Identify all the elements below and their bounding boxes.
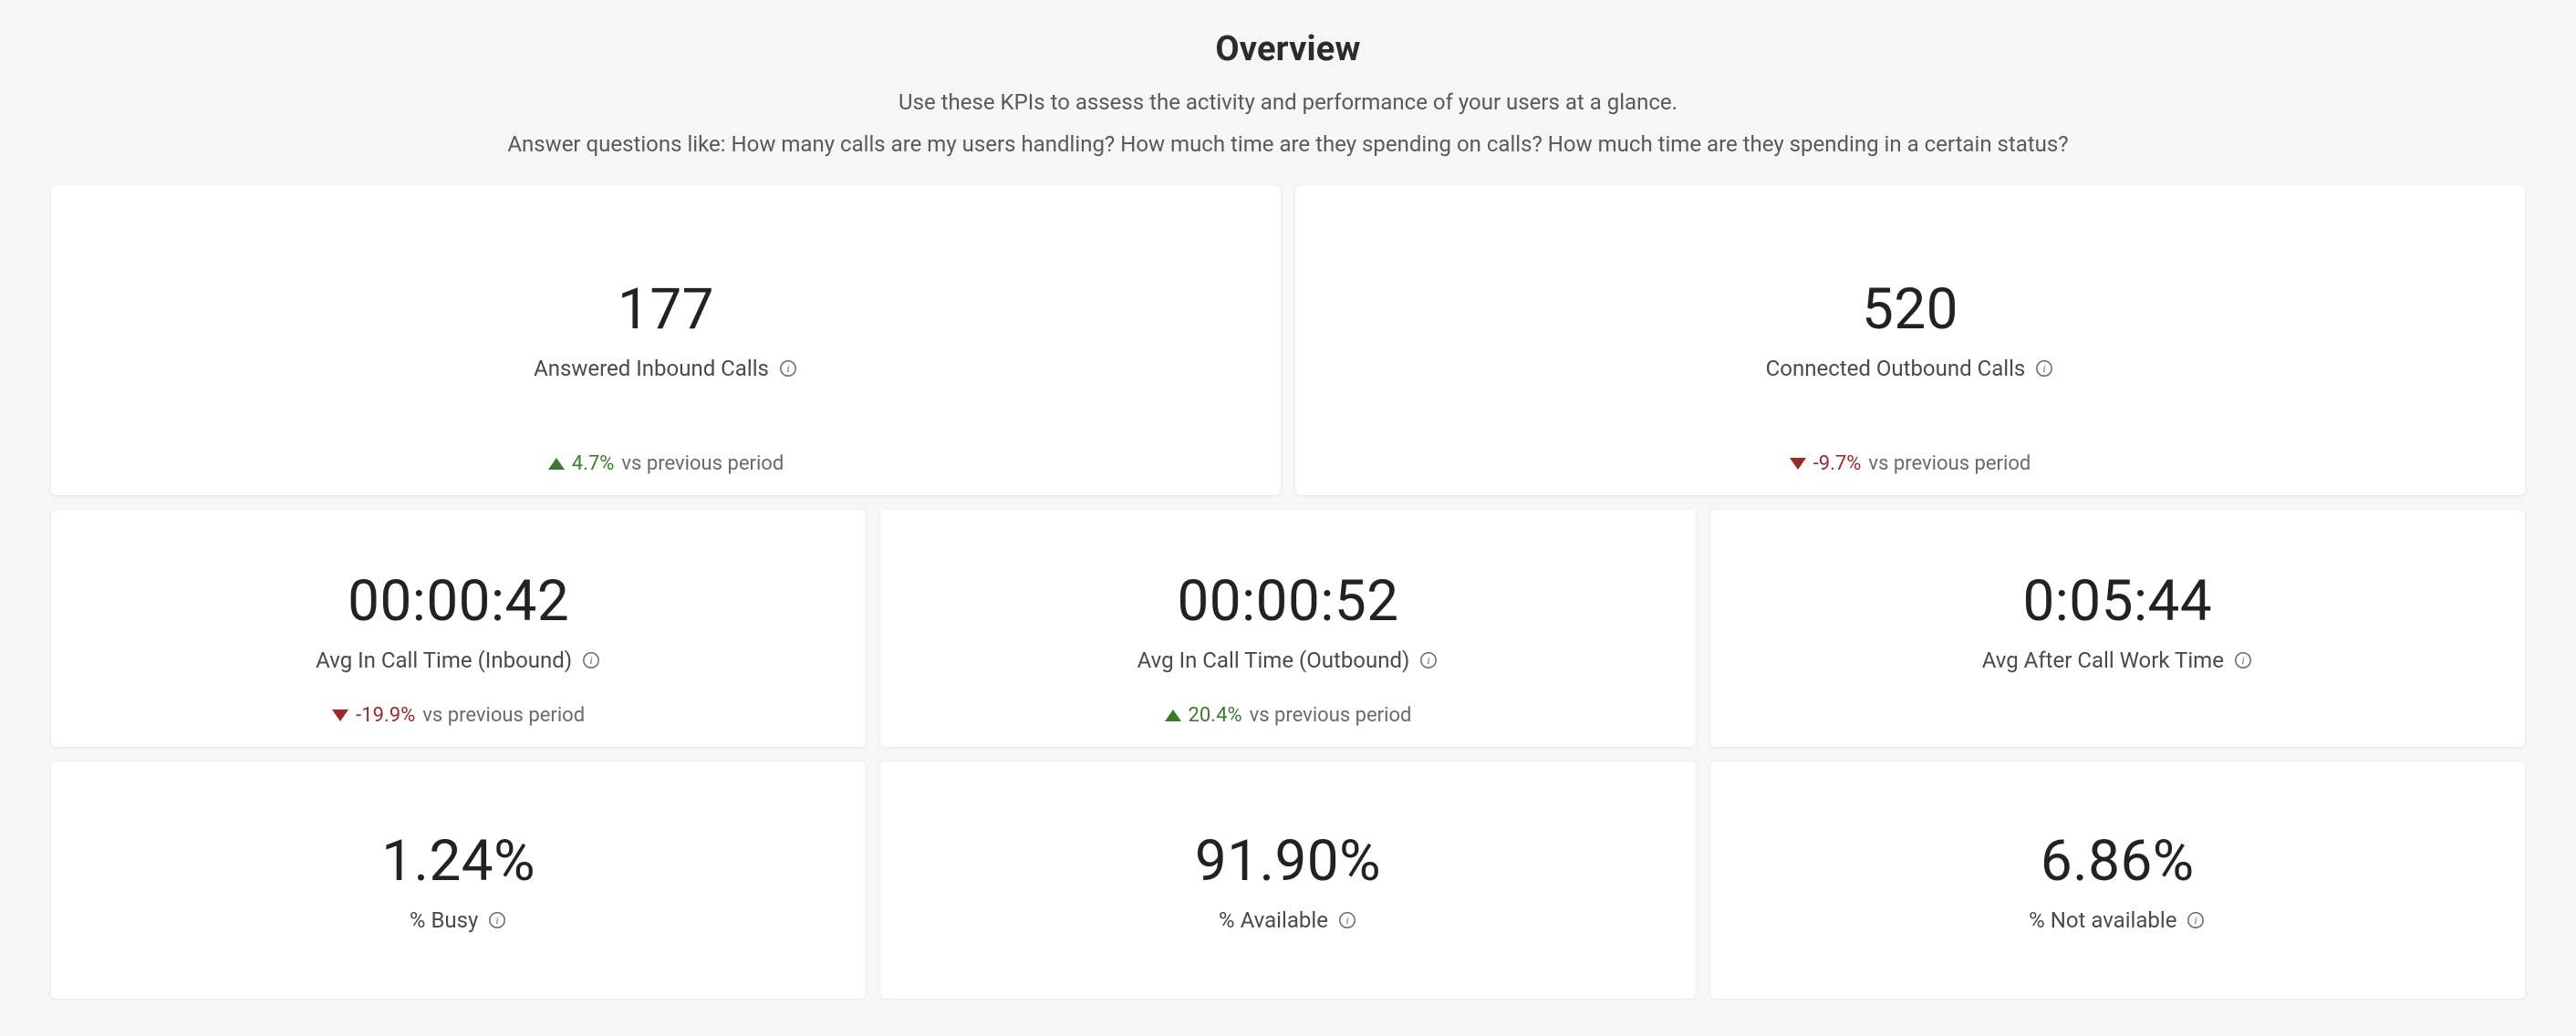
svg-text:i: i <box>496 914 499 927</box>
trend-suffix: vs previous period <box>422 704 585 727</box>
info-icon[interactable]: i <box>581 650 601 670</box>
kpi-card-percent-busy: 1.24% % Busy i <box>51 761 866 999</box>
trend-up-icon <box>1165 710 1181 721</box>
kpi-value: 0:05:44 <box>2022 568 2212 635</box>
info-icon[interactable]: i <box>2034 358 2054 378</box>
kpi-label: % Busy <box>410 907 478 933</box>
kpi-card-avg-in-call-inbound: 00:00:42 Avg In Call Time (Inbound) i -1… <box>51 510 866 747</box>
trend-suffix: vs previous period <box>621 452 784 475</box>
info-icon[interactable]: i <box>1418 650 1439 670</box>
svg-text:i: i <box>2241 654 2244 667</box>
trend-suffix: vs previous period <box>1250 704 1412 727</box>
info-icon[interactable]: i <box>1337 910 1357 930</box>
overview-title: Overview <box>51 29 2525 69</box>
trend-percent: 20.4% <box>1189 704 1242 727</box>
kpi-card-percent-not-available: 6.86% % Not available i <box>1710 761 2525 999</box>
kpi-label: % Available <box>1219 907 1328 933</box>
kpi-card-avg-after-call-work: 0:05:44 Avg After Call Work Time i <box>1710 510 2525 747</box>
svg-text:i: i <box>2043 362 2046 375</box>
kpi-trend: 20.4% vs previous period <box>880 704 1695 727</box>
overview-subtitle-1: Use these KPIs to assess the activity an… <box>51 88 2525 119</box>
kpi-value: 520 <box>1862 276 1958 343</box>
kpi-label: Connected Outbound Calls <box>1766 356 2026 381</box>
svg-text:i: i <box>589 654 592 667</box>
kpi-trend: -9.7% vs previous period <box>1295 452 2525 475</box>
overview-subtitle-2: Answer questions like: How many calls ar… <box>51 130 2525 161</box>
trend-percent: -19.9% <box>356 704 415 727</box>
kpi-value: 6.86% <box>2041 828 2195 895</box>
kpi-label: % Not available <box>2029 907 2176 933</box>
trend-suffix: vs previous period <box>1868 452 2031 475</box>
svg-text:i: i <box>2195 914 2197 927</box>
kpi-card-avg-in-call-outbound: 00:00:52 Avg In Call Time (Outbound) i 2… <box>880 510 1695 747</box>
kpi-label: Avg After Call Work Time <box>1982 648 2224 673</box>
svg-text:i: i <box>1345 914 1348 927</box>
kpi-label: Avg In Call Time (Inbound) <box>316 648 572 673</box>
kpi-value: 1.24% <box>381 828 535 895</box>
kpi-card-percent-available: 91.90% % Available i <box>880 761 1695 999</box>
kpi-value: 91.90% <box>1195 828 1381 895</box>
kpi-value: 00:00:42 <box>348 568 569 635</box>
info-icon[interactable]: i <box>2186 910 2206 930</box>
info-icon[interactable]: i <box>2233 650 2253 670</box>
trend-down-icon <box>1790 458 1806 470</box>
kpi-label: Avg In Call Time (Outbound) <box>1137 648 1410 673</box>
trend-percent: -9.7% <box>1813 452 1862 475</box>
info-icon[interactable]: i <box>778 358 798 378</box>
kpi-card-connected-outbound-calls: 520 Connected Outbound Calls i -9.7% vs … <box>1295 185 2525 495</box>
trend-up-icon <box>548 458 565 470</box>
kpi-label: Answered Inbound Calls <box>534 356 769 381</box>
kpi-card-answered-inbound-calls: 177 Answered Inbound Calls i 4.7% vs pre… <box>51 185 1281 495</box>
kpi-trend: 4.7% vs previous period <box>51 452 1281 475</box>
kpi-value: 177 <box>618 276 714 343</box>
trend-down-icon <box>332 710 348 721</box>
trend-percent: 4.7% <box>572 452 615 475</box>
svg-text:i: i <box>786 362 789 375</box>
info-icon[interactable]: i <box>487 910 507 930</box>
kpi-value: 00:00:52 <box>1177 568 1398 635</box>
kpi-trend: -19.9% vs previous period <box>51 704 866 727</box>
svg-text:i: i <box>1428 654 1430 667</box>
